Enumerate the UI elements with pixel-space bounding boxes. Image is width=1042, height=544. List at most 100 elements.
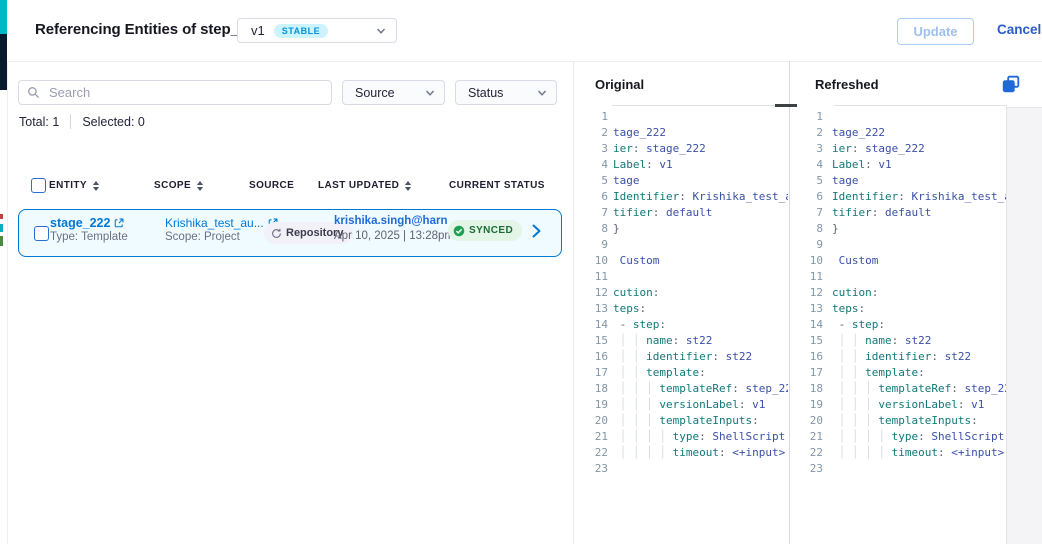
line-number: 18 (575, 381, 608, 397)
row-checkbox[interactable] (34, 226, 49, 241)
code-line: 20 │ │ │ templateInputs: (575, 413, 788, 429)
line-number: 10 (575, 253, 608, 269)
status-dropdown-label: Status (468, 86, 503, 100)
select-all-checkbox[interactable] (31, 178, 46, 193)
scope-sub: Scope: Project (165, 231, 240, 243)
code-line: 10 Custom (575, 253, 788, 269)
page-behind-header-sliver (0, 0, 7, 34)
modal-header-bar: Referencing Entities of step_222 v1 STAB… (7, 0, 1042, 62)
result-counts: Total: 1 Selected: 0 (19, 114, 145, 129)
scope-link[interactable]: Krishika_test_au... (165, 216, 278, 230)
code-line: 5tage (575, 173, 788, 189)
sort-icon[interactable] (93, 181, 99, 191)
code-line: 11 (575, 269, 788, 285)
line-number: 23 (790, 461, 823, 477)
original-code-editor[interactable]: 12tage_2223ier: stage_2224Label: v15tage… (575, 109, 788, 544)
code-line: 15 │ │ name: st22 (575, 333, 788, 349)
code-line: 7tifier: default (575, 205, 788, 221)
status-badge: SYNCED (448, 220, 522, 241)
code-line: 6Identifier: Krishika_test_aut (790, 189, 1006, 205)
line-number: 8 (790, 221, 823, 237)
refreshed-hscrollbar-track (834, 105, 1006, 106)
line-number: 10 (790, 253, 823, 269)
line-number: 12 (790, 285, 823, 301)
line-number: 15 (575, 333, 608, 349)
line-number: 9 (575, 237, 608, 253)
code-line: 6Identifier: Krishika_test_aut (575, 189, 788, 205)
line-number: 2 (575, 125, 608, 141)
line-number: 16 (790, 349, 823, 365)
code-line: 4Label: v1 (575, 157, 788, 173)
counts-divider (70, 114, 71, 129)
search-box (18, 80, 332, 105)
code-line: 22 │ │ │ │ timeout: <+input> (790, 445, 1006, 461)
line-number: 11 (575, 269, 608, 285)
line-number: 17 (790, 365, 823, 381)
search-input[interactable] (47, 84, 323, 101)
version-select[interactable]: v1 STABLE (237, 18, 397, 43)
line-number: 17 (575, 365, 608, 381)
code-line: 12cution: (575, 285, 788, 301)
chevron-down-icon (376, 26, 386, 36)
code-line: 9 (575, 237, 788, 253)
line-number: 22 (790, 445, 823, 461)
chevron-right-icon[interactable] (531, 223, 542, 244)
code-line: 16 │ │ identifier: st22 (790, 349, 1006, 365)
code-line: 7tifier: default (790, 205, 1006, 221)
line-number: 18 (790, 381, 823, 397)
line-number: 14 (575, 317, 608, 333)
column-header-scope: SCOPE (154, 180, 203, 191)
updated-at: Apr 10, 2025 | 13:28pm (334, 230, 454, 242)
chevron-down-icon (425, 88, 435, 98)
sort-icon[interactable] (405, 181, 411, 191)
code-line: 5tage (790, 173, 1006, 189)
vertical-scrollbar-track[interactable] (1007, 107, 1042, 544)
update-button[interactable]: Update (897, 18, 974, 45)
line-number: 4 (575, 157, 608, 173)
total-count: Total: 1 (19, 115, 59, 129)
line-number: 6 (575, 189, 608, 205)
status-dropdown[interactable]: Status (455, 80, 557, 105)
page-behind-content-speck (0, 224, 3, 232)
code-line: 12cution: (790, 285, 1006, 301)
code-line: 3ier: stage_222 (790, 141, 1006, 157)
referencing-entities-modal: Referencing Entities of step_222 v1 STAB… (0, 0, 1042, 544)
table-header: ENTITY SCOPE SOURCE LAST UPDATED CURRENT… (0, 177, 573, 195)
sort-icon[interactable] (197, 181, 203, 191)
line-number: 6 (790, 189, 823, 205)
selected-count: Selected: 0 (82, 115, 145, 129)
column-header-last-updated: LAST UPDATED (318, 180, 411, 191)
copy-icon[interactable] (1002, 75, 1020, 93)
line-number: 8 (575, 221, 608, 237)
code-line: 22 │ │ │ │ timeout: <+input> (575, 445, 788, 461)
column-header-entity: ENTITY (49, 180, 99, 191)
horizontal-scrollbar-thumb[interactable] (775, 104, 797, 107)
external-link-icon (114, 218, 124, 228)
source-dropdown-label: Source (355, 86, 395, 100)
version-label: v1 (251, 23, 265, 38)
entity-link[interactable]: stage_222 (50, 216, 124, 230)
line-number: 21 (575, 429, 608, 445)
table-row[interactable]: stage_222 Type: Template Krishika_test_a… (18, 209, 562, 257)
line-number: 1 (575, 109, 608, 125)
code-line: 13teps: (790, 301, 1006, 317)
cancel-button[interactable]: Cancel (997, 22, 1041, 37)
line-number: 9 (790, 237, 823, 253)
source-dropdown[interactable]: Source (342, 80, 445, 105)
code-line: 21 │ │ │ │ type: ShellScript (575, 429, 788, 445)
refreshed-code-editor[interactable]: 12tage_2223ier: stage_2224Label: v15tage… (790, 109, 1006, 544)
status-badge-label: SYNCED (469, 225, 513, 236)
code-line: 2tage_222 (575, 125, 788, 141)
line-number: 15 (790, 333, 823, 349)
code-line: 13teps: (575, 301, 788, 317)
line-number: 5 (790, 173, 823, 189)
code-line: 17 │ │ template: (790, 365, 1006, 381)
code-line: 15 │ │ name: st22 (790, 333, 1006, 349)
line-number: 20 (790, 413, 823, 429)
code-line: 10 Custom (790, 253, 1006, 269)
code-line: 23 (575, 461, 788, 477)
line-number: 11 (790, 269, 823, 285)
line-number: 13 (790, 301, 823, 317)
modal-left-edge (7, 61, 8, 544)
code-line: 19 │ │ │ versionLabel: v1 (790, 397, 1006, 413)
